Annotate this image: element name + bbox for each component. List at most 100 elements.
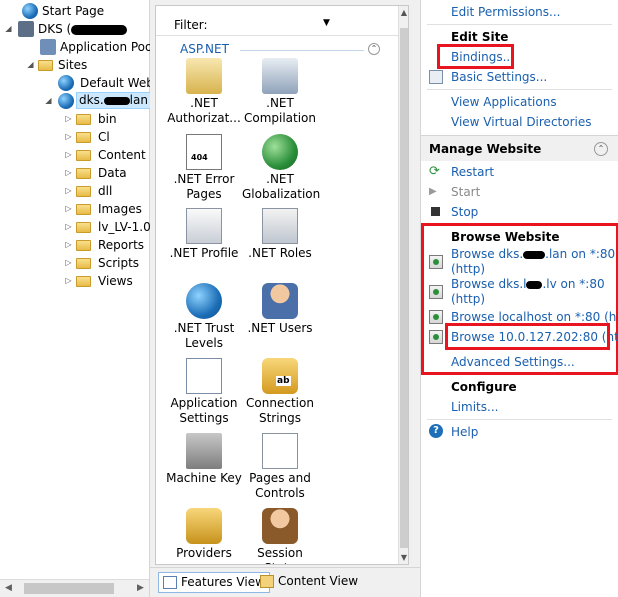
restart-link[interactable]: Restart xyxy=(451,165,494,180)
expand-arrow-icon[interactable]: ▷ xyxy=(64,200,73,218)
net-compilation-icon xyxy=(262,58,298,94)
divider xyxy=(427,419,612,420)
browse-icon xyxy=(429,255,443,269)
net-trust-levels-icon xyxy=(186,283,222,319)
feature-item[interactable]: .NET Roles xyxy=(242,208,318,261)
view-virtual-directories-link[interactable]: View Virtual Directories xyxy=(451,115,592,130)
restart-icon: ⟳ xyxy=(429,164,440,179)
folder-label: Cl xyxy=(98,130,110,144)
application-settings-icon xyxy=(186,358,222,394)
net-users-icon xyxy=(262,283,298,319)
feature-item[interactable]: ab Connection Strings xyxy=(242,358,318,426)
feature-item[interactable]: Machine Key xyxy=(166,433,242,486)
features-list: Filter: ▼ ASP.NET ⌃ .NET Authorizat... .N… xyxy=(155,5,409,565)
manage-website-header[interactable]: Manage Website ⌃ xyxy=(421,135,618,161)
view-applications-link[interactable]: View Applications xyxy=(451,95,557,110)
feature-item[interactable]: 404 .NET Error Pages xyxy=(166,134,242,202)
tab-label: Features View xyxy=(181,575,265,589)
stop-link[interactable]: Stop xyxy=(451,205,478,220)
basic-settings-link[interactable]: Basic Settings... xyxy=(451,70,547,85)
feature-label: .NET Authorizat... xyxy=(167,96,241,125)
tree-horizontal-scrollbar[interactable]: ◀ ▶ xyxy=(0,579,149,597)
scroll-thumb[interactable] xyxy=(400,28,408,548)
redacted-block xyxy=(523,250,546,259)
folder-label: dll xyxy=(98,184,113,198)
filter-dropdown-icon[interactable]: ▼ xyxy=(323,18,330,28)
feature-item[interactable]: Session State xyxy=(242,508,318,564)
sites-folder-icon xyxy=(38,60,53,71)
filter-bar: Filter: ▼ xyxy=(156,6,398,36)
feature-item[interactable]: .NET Profile xyxy=(166,208,242,261)
browse-dks-lan-link[interactable]: Browse dks. .lan on *:80 (http) xyxy=(451,247,615,277)
section-title: Manage Website xyxy=(429,142,542,156)
help-link[interactable]: Help xyxy=(451,425,478,440)
start-page-icon xyxy=(22,3,38,19)
folder-icon xyxy=(76,186,91,197)
expand-arrow-icon[interactable]: ▷ xyxy=(64,236,73,254)
highlight-box xyxy=(437,44,514,69)
pages-and-controls-icon xyxy=(262,433,298,469)
providers-icon xyxy=(186,508,222,544)
expand-arrow-icon[interactable]: ▷ xyxy=(64,254,73,272)
highlight-box xyxy=(445,323,610,350)
feature-item[interactable]: .NET Trust Levels xyxy=(166,283,242,351)
scroll-right-icon[interactable]: ▶ xyxy=(132,580,149,597)
expand-arrow-icon[interactable]: ▷ xyxy=(64,182,73,200)
expand-arrow-icon[interactable]: ▷ xyxy=(64,146,73,164)
group-divider xyxy=(240,50,364,51)
scroll-down-icon[interactable]: ▼ xyxy=(399,553,408,562)
tree-node-dks-site[interactable]: ◢ dks. lan xyxy=(44,92,151,110)
expand-arrow-icon[interactable]: ▷ xyxy=(64,110,73,128)
features-view-tab[interactable]: Features View xyxy=(158,572,270,593)
net-globalization-icon xyxy=(262,134,298,170)
collapse-arrow-icon[interactable]: ◢ xyxy=(26,56,35,74)
folder-icon xyxy=(76,168,91,179)
redacted-block xyxy=(71,24,128,35)
feature-label: Session State xyxy=(257,546,303,564)
application-pools-icon xyxy=(40,39,56,55)
collapse-section-icon[interactable]: ⌃ xyxy=(594,142,608,156)
start-link[interactable]: Start xyxy=(451,185,480,200)
view-switcher: Features View Content View xyxy=(150,567,420,597)
feature-item[interactable]: Application Settings xyxy=(166,358,242,426)
expand-arrow-icon[interactable]: ▷ xyxy=(64,128,73,146)
collapse-arrow-icon[interactable]: ◢ xyxy=(4,20,13,38)
advanced-settings-link[interactable]: Advanced Settings... xyxy=(451,355,575,370)
expand-arrow-icon[interactable]: ▷ xyxy=(64,272,73,290)
redacted-block xyxy=(103,96,130,105)
feature-item[interactable]: Pages and Controls xyxy=(242,433,318,501)
expand-arrow-icon[interactable]: ▷ xyxy=(64,218,73,236)
browse-dks-lv-link[interactable]: Browse dks.l .lv on *:80 (http) xyxy=(451,277,605,307)
folder-label: Scripts xyxy=(98,256,140,270)
feature-item[interactable]: .NET Authorizat... xyxy=(166,58,242,126)
feature-item[interactable]: .NET Compilation xyxy=(242,58,318,126)
feature-label: Application Settings xyxy=(170,396,238,425)
tree-label: Application Poo xyxy=(60,40,153,54)
content-view-tab[interactable]: Content View xyxy=(256,572,362,593)
group-collapse-icon[interactable]: ⌃ xyxy=(368,43,380,55)
filter-label: Filter: xyxy=(174,18,208,32)
configure-heading: Configure xyxy=(451,380,517,394)
scroll-up-icon[interactable]: ▲ xyxy=(399,8,408,17)
machine-key-icon xyxy=(186,433,222,469)
badge-404: 404 xyxy=(191,153,208,162)
folder-icon xyxy=(76,132,91,143)
server-icon xyxy=(18,21,34,37)
collapse-arrow-icon[interactable]: ◢ xyxy=(44,92,53,110)
feature-item[interactable]: .NET Globalization xyxy=(242,134,320,202)
folder-icon xyxy=(76,204,91,215)
browse-icon xyxy=(429,310,443,324)
tree-label: Default Web xyxy=(80,76,154,90)
expand-arrow-icon[interactable]: ▷ xyxy=(64,164,73,182)
limits-link[interactable]: Limits... xyxy=(451,400,498,415)
features-vertical-scrollbar[interactable]: ▲ ▼ xyxy=(398,6,408,564)
scroll-thumb[interactable] xyxy=(24,583,114,594)
folder-label: lv_LV-1.0 xyxy=(98,220,151,234)
connections-tree[interactable]: Start Page ◢ DKS ( Application Poo ◢ Sit… xyxy=(0,0,154,597)
edit-permissions-link[interactable]: Edit Permissions... xyxy=(451,5,560,20)
scroll-left-icon[interactable]: ◀ xyxy=(0,580,17,597)
feature-label: Providers xyxy=(176,546,232,560)
website-globe-icon xyxy=(58,75,74,91)
feature-item[interactable]: .NET Users xyxy=(242,283,318,336)
feature-item[interactable]: Providers xyxy=(166,508,242,561)
